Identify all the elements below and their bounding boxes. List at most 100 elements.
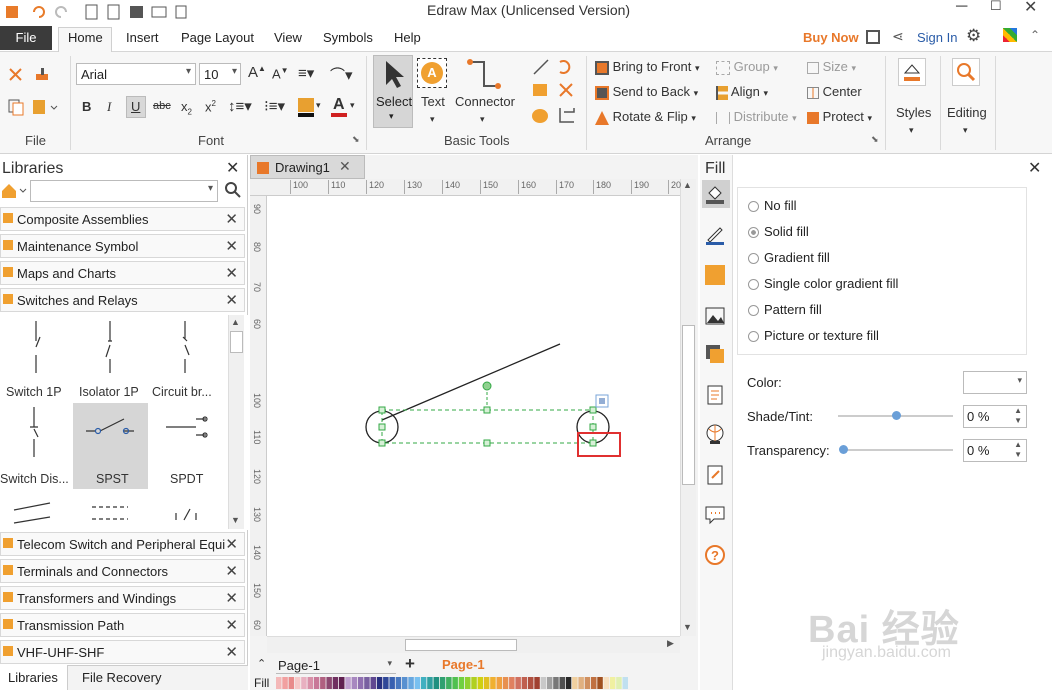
color-swatch[interactable]	[565, 677, 572, 689]
color-swatch[interactable]	[521, 677, 528, 689]
image-icon[interactable]	[704, 305, 726, 327]
fill-option-label[interactable]: Single color gradient fill	[764, 276, 898, 291]
shade-tint-stepper[interactable]: 0 % ▲ ▼	[963, 405, 1027, 428]
fill-option-label[interactable]: Picture or texture fill	[764, 328, 879, 343]
file-menu-button[interactable]: File	[0, 26, 52, 50]
color-swatch[interactable]	[383, 677, 389, 689]
chevron-up-icon[interactable]: ⌃	[257, 657, 266, 670]
library-item[interactable]: Telecom Switch and Peripheral Equip ✕	[0, 532, 245, 556]
color-swatch[interactable]	[534, 677, 540, 689]
minimize-icon[interactable]: ─	[956, 0, 967, 16]
subscript-button[interactable]: x2	[181, 99, 192, 117]
line-spacing-icon[interactable]: ↕≡▾	[228, 97, 252, 115]
text-tool-label[interactable]: Text	[421, 94, 445, 109]
shape-label[interactable]: SPDT	[170, 472, 203, 486]
document-tab[interactable]: Drawing1 ✕	[250, 155, 365, 179]
shape-label[interactable]: Isolator 1P	[79, 385, 139, 399]
globe-icon[interactable]	[704, 423, 726, 445]
share-box-icon[interactable]	[866, 30, 880, 44]
sign-in-link[interactable]: Sign In	[917, 27, 957, 51]
transparency-slider[interactable]	[843, 449, 953, 451]
color-swatch[interactable]	[389, 677, 395, 689]
comment-icon[interactable]	[704, 504, 726, 526]
gear-icon[interactable]: ⚙	[966, 26, 981, 46]
library-item[interactable]: Transformers and Windings ✕	[0, 586, 245, 610]
color-swatch[interactable]	[427, 677, 433, 689]
library-item[interactable]: Terminals and Connectors ✕	[0, 559, 245, 583]
font-dialog-launcher-icon[interactable]: ⬊	[352, 134, 360, 145]
library-home-icon[interactable]	[0, 181, 28, 201]
color-swatch[interactable]	[402, 677, 408, 689]
text-direction-icon[interactable]: ⌒▾	[330, 64, 353, 85]
group-button[interactable]: Group ▾	[716, 59, 778, 75]
color-swatch[interactable]	[332, 677, 339, 689]
distribute-button[interactable]: Distribute ▾	[716, 109, 797, 124]
tab-symbols[interactable]: Symbols	[323, 27, 373, 51]
library-scrollbar[interactable]: ▲ ▼	[228, 315, 244, 529]
close-library-icon[interactable]: ✕	[225, 210, 238, 228]
close-document-icon[interactable]: ✕	[339, 158, 351, 175]
fill-option-label[interactable]: Pattern fill	[764, 302, 822, 317]
color-swatch[interactable]	[276, 677, 282, 689]
color-swatch[interactable]	[439, 677, 446, 689]
color-swatch[interactable]	[465, 677, 471, 689]
fill-option-radio[interactable]	[748, 279, 759, 290]
styles-icon[interactable]	[898, 58, 926, 86]
color-swatch[interactable]	[288, 677, 295, 689]
color-swatch[interactable]	[622, 677, 629, 689]
bullets-icon[interactable]: ⁝≡▾	[264, 97, 285, 115]
shadow-icon[interactable]	[705, 265, 725, 285]
color-swatch[interactable]	[616, 677, 622, 689]
color-swatch[interactable]	[540, 677, 547, 689]
color-swatch[interactable]	[326, 677, 332, 689]
color-select[interactable]: ▾	[963, 371, 1027, 394]
color-swatch[interactable]	[609, 677, 616, 689]
shape-label[interactable]: Circuit br...	[152, 385, 212, 399]
color-swatch[interactable]	[364, 677, 370, 689]
library-item[interactable]: Maintenance Symbol ✕	[0, 234, 245, 258]
transparency-slider-handle[interactable]	[839, 445, 848, 454]
arrange-dialog-launcher-icon[interactable]: ⬊	[871, 134, 879, 145]
library-item[interactable]: Composite Assemblies ✕	[0, 207, 245, 231]
buy-now-link[interactable]: Buy Now	[803, 27, 859, 51]
color-swatch[interactable]	[578, 677, 584, 689]
bring-to-front-button[interactable]: Bring to Front ▾	[595, 59, 700, 75]
font-name-select[interactable]: Arial ▾	[76, 63, 196, 85]
search-icon[interactable]	[225, 182, 241, 198]
close-libraries-icon[interactable]: ✕	[226, 158, 239, 178]
color-swatch[interactable]	[345, 677, 351, 689]
color-swatch[interactable]	[414, 677, 421, 689]
styles-label[interactable]: Styles	[896, 105, 931, 120]
fill-option-label[interactable]: Gradient fill	[764, 250, 830, 265]
page-tab[interactable]: Page-1	[442, 657, 485, 672]
color-swatch[interactable]	[559, 677, 566, 689]
text-tool-icon[interactable]: A	[417, 58, 447, 88]
share-icon[interactable]: ⋖	[892, 28, 904, 45]
color-swatch[interactable]	[408, 677, 414, 689]
library-item[interactable]: Switches and Relays ✕	[0, 288, 245, 312]
color-swatch[interactable]	[490, 677, 496, 689]
font-size-select[interactable]: 10 ▾	[199, 63, 241, 85]
shrink-font-icon[interactable]: A▼	[272, 66, 289, 81]
color-swatch[interactable]	[370, 677, 377, 689]
add-page-icon[interactable]: +	[405, 654, 415, 674]
canvas-horizontal-scrollbar[interactable]: ▶	[267, 636, 680, 653]
chevron-up-icon[interactable]: ⌃	[1030, 28, 1040, 42]
drawing-shapes-icons[interactable]	[530, 58, 580, 128]
page-select[interactable]: Page-1 ▾	[276, 656, 396, 674]
shape-label[interactable]: SPST	[96, 472, 129, 486]
color-swatch[interactable]	[483, 677, 490, 689]
close-library-icon[interactable]: ✕	[225, 562, 238, 580]
cut-icon[interactable]	[7, 66, 25, 84]
color-swatch[interactable]	[553, 677, 559, 689]
color-swatch[interactable]	[307, 677, 314, 689]
text-highlight-icon[interactable]	[298, 98, 314, 112]
color-swatch[interactable]	[546, 677, 553, 689]
page-properties-icon[interactable]	[704, 384, 726, 406]
layers-icon[interactable]	[704, 343, 726, 365]
color-swatch[interactable]	[584, 677, 591, 689]
align-text-icon[interactable]: ≡▾	[298, 64, 314, 82]
color-swatch[interactable]	[502, 677, 509, 689]
color-swatch[interactable]	[313, 677, 320, 689]
editing-icon[interactable]	[952, 58, 980, 86]
